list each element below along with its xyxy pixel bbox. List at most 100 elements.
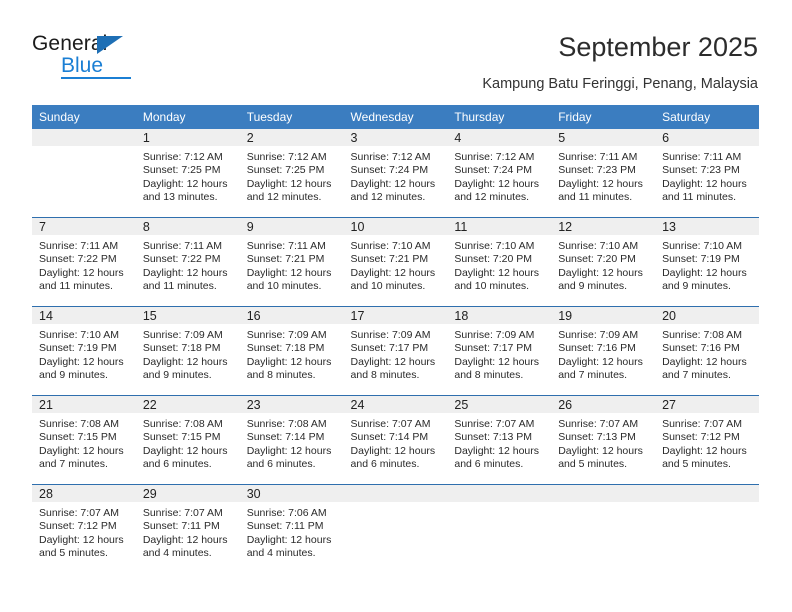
day-sun-info: Sunrise: 7:11 AM Sunset: 7:22 PM Daylight:… [32,235,136,293]
sunrise-time: Sunrise: 7:07 AM [454,418,535,430]
day-number [655,485,759,502]
day-number: 19 [551,307,656,324]
calendar-day-cell[interactable]: 7 Sunrise: 7:11 AM Sunset: 7:22 PM Daylight… [32,217,136,307]
day-cell-content: 29 Sunrise: 7:07 AM Sunset: 7:11 PM Dayligh… [135,485,240,573]
daylight-duration-line2: and 9 minutes. [662,279,731,292]
day-cell-content: 23 Sunrise: 7:08 AM Sunset: 7:14 PM Dayligh… [239,396,344,484]
day-sun-info: Sunrise: 7:09 AM Sunset: 7:17 PM Daylight:… [447,324,551,382]
sunset-time: Sunset: 7:17 PM [350,342,429,355]
calendar-day-cell[interactable]: 26 Sunrise: 7:07 AM Sunset: 7:13 PM Dayligh… [551,395,656,485]
day-cell-content: 14 Sunrise: 7:10 AM Sunset: 7:19 PM Dayligh… [32,307,136,395]
calendar-day-cell[interactable]: 22 Sunrise: 7:08 AM Sunset: 7:15 PM Dayligh… [135,395,240,485]
calendar-day-cell[interactable]: 11 Sunrise: 7:10 AM Sunset: 7:20 PM Dayligh… [447,217,552,307]
calendar-day-cell[interactable]: 4 Sunrise: 7:12 AM Sunset: 7:24 PM Daylight… [447,129,552,218]
daylight-duration-line1: Daylight: 12 hours [246,533,332,546]
daylight-duration-line1: Daylight: 12 hours [142,444,228,457]
sunrise-time: Sunrise: 7:10 AM [350,240,431,252]
daylight-duration-line1: Daylight: 12 hours [558,444,643,457]
calendar-day-cell[interactable]: 2 Sunrise: 7:12 AM Sunset: 7:25 PM Daylight… [239,129,344,218]
day-sun-info: Sunrise: 7:07 AM Sunset: 7:13 PM Daylight:… [551,413,655,471]
calendar-day-cell[interactable]: 16 Sunrise: 7:09 AM Sunset: 7:18 PM Dayligh… [239,306,344,396]
calendar-day-cell[interactable]: 23 Sunrise: 7:08 AM Sunset: 7:14 PM Dayligh… [239,395,344,485]
daylight-duration-line2: and 4 minutes. [142,546,212,559]
day-cell-content: 26 Sunrise: 7:07 AM Sunset: 7:13 PM Dayligh… [551,396,656,484]
calendar-day-cell[interactable]: 6 Sunrise: 7:11 AM Sunset: 7:23 PM Daylight… [655,129,759,218]
day-cell-content: 12 Sunrise: 7:10 AM Sunset: 7:20 PM Dayligh… [551,218,656,306]
daylight-duration-line1: Daylight: 12 hours [350,444,436,457]
sunset-time: Sunset: 7:11 PM [142,520,220,533]
calendar-week-row: 1 Sunrise: 7:12 AM Sunset: 7:25 PM Daylight… [32,129,759,218]
day-sun-info: Sunrise: 7:10 AM Sunset: 7:20 PM Daylight:… [551,235,655,293]
sunrise-time: Sunrise: 7:09 AM [454,329,535,341]
day-cell-content [655,485,759,573]
day-sun-info: Sunrise: 7:09 AM Sunset: 7:16 PM Daylight:… [551,324,655,382]
day-number: 26 [551,396,656,413]
day-sun-info: Sunrise: 7:11 AM Sunset: 7:22 PM Daylight:… [136,235,240,293]
calendar-day-cell[interactable]: 19 Sunrise: 7:09 AM Sunset: 7:16 PM Dayligh… [551,306,656,396]
calendar-day-cell[interactable]: 29 Sunrise: 7:07 AM Sunset: 7:11 PM Dayligh… [135,484,240,573]
calendar-day-cell[interactable]: 3 Sunrise: 7:12 AM Sunset: 7:24 PM Daylight… [343,129,448,218]
calendar-day-cell[interactable]: 15 Sunrise: 7:09 AM Sunset: 7:18 PM Dayligh… [135,306,240,396]
calendar-day-cell[interactable]: 5 Sunrise: 7:11 AM Sunset: 7:23 PM Daylight… [551,129,656,218]
weekday-header-thursday: Thursday [447,105,552,129]
day-cell-content: 20 Sunrise: 7:08 AM Sunset: 7:16 PM Dayligh… [655,307,759,395]
sunset-time: Sunset: 7:23 PM [662,164,740,177]
sunset-time: Sunset: 7:16 PM [662,342,740,355]
calendar-day-cell[interactable] [343,484,448,573]
day-sun-info: Sunrise: 7:08 AM Sunset: 7:16 PM Daylight:… [655,324,759,382]
day-cell-content [551,485,656,573]
calendar-day-cell[interactable]: 25 Sunrise: 7:07 AM Sunset: 7:13 PM Dayligh… [447,395,552,485]
day-number: 22 [135,396,240,413]
daylight-duration-line2: and 7 minutes. [558,368,628,381]
calendar-day-cell[interactable]: 10 Sunrise: 7:10 AM Sunset: 7:21 PM Dayligh… [343,217,448,307]
calendar-day-cell[interactable]: 13 Sunrise: 7:10 AM Sunset: 7:19 PM Dayligh… [655,217,759,307]
sunset-time: Sunset: 7:12 PM [39,520,117,533]
day-cell-content [447,485,552,573]
daylight-duration-line2: and 12 minutes. [454,190,530,203]
daylight-duration-line1: Daylight: 12 hours [39,444,124,457]
calendar-day-cell[interactable]: 17 Sunrise: 7:09 AM Sunset: 7:17 PM Dayligh… [343,306,448,396]
calendar-week-row: 28 Sunrise: 7:07 AM Sunset: 7:12 PM Dayligh… [32,484,759,573]
calendar-day-cell[interactable] [447,484,552,573]
day-cell-content: 18 Sunrise: 7:09 AM Sunset: 7:17 PM Dayligh… [447,307,552,395]
calendar-day-cell[interactable] [551,484,656,573]
calendar-day-cell[interactable]: 21 Sunrise: 7:08 AM Sunset: 7:15 PM Dayligh… [32,395,136,485]
logo-underline [61,77,131,79]
calendar-day-cell[interactable]: 30 Sunrise: 7:06 AM Sunset: 7:11 PM Dayligh… [239,484,344,573]
day-cell-content: 28 Sunrise: 7:07 AM Sunset: 7:12 PM Dayligh… [32,485,136,573]
calendar-day-cell[interactable]: 1 Sunrise: 7:12 AM Sunset: 7:25 PM Daylight… [135,129,240,218]
daylight-duration-line2: and 6 minutes. [142,457,212,470]
day-number: 23 [239,396,344,413]
calendar-day-cell[interactable] [655,484,759,573]
day-number: 28 [32,485,136,502]
daylight-duration-line1: Daylight: 12 hours [39,355,124,368]
calendar-day-cell[interactable]: 9 Sunrise: 7:11 AM Sunset: 7:21 PM Daylight… [239,217,344,307]
sunrise-time: Sunrise: 7:12 AM [454,151,535,163]
daylight-duration-line2: and 10 minutes. [454,279,530,292]
daylight-duration-line1: Daylight: 12 hours [246,444,332,457]
weekday-header-friday: Friday [551,105,656,129]
calendar-day-cell[interactable]: 27 Sunrise: 7:07 AM Sunset: 7:12 PM Dayligh… [655,395,759,485]
day-cell-content: 24 Sunrise: 7:07 AM Sunset: 7:14 PM Dayligh… [343,396,448,484]
day-number: 5 [551,129,656,146]
calendar-day-cell[interactable] [32,129,136,218]
day-number: 29 [135,485,240,502]
day-sun-info: Sunrise: 7:07 AM Sunset: 7:12 PM Daylight:… [655,413,759,471]
calendar-day-cell[interactable]: 12 Sunrise: 7:10 AM Sunset: 7:20 PM Dayligh… [551,217,656,307]
day-cell-content: 30 Sunrise: 7:06 AM Sunset: 7:11 PM Dayligh… [239,485,344,573]
daylight-duration-line2: and 5 minutes. [39,546,108,559]
calendar-day-cell[interactable]: 24 Sunrise: 7:07 AM Sunset: 7:14 PM Dayligh… [343,395,448,485]
calendar-day-cell[interactable]: 18 Sunrise: 7:09 AM Sunset: 7:17 PM Dayligh… [447,306,552,396]
day-sun-info: Sunrise: 7:09 AM Sunset: 7:18 PM Daylight:… [240,324,344,382]
sunrise-time: Sunrise: 7:12 AM [142,151,223,163]
sunset-time: Sunset: 7:13 PM [454,431,533,444]
calendar-day-cell[interactable]: 20 Sunrise: 7:08 AM Sunset: 7:16 PM Dayligh… [655,306,759,396]
daylight-duration-line1: Daylight: 12 hours [662,177,747,190]
calendar-day-cell[interactable]: 28 Sunrise: 7:07 AM Sunset: 7:12 PM Dayligh… [32,484,136,573]
day-sun-info: Sunrise: 7:07 AM Sunset: 7:13 PM Daylight:… [447,413,551,471]
daylight-duration-line1: Daylight: 12 hours [558,266,643,279]
calendar-day-cell[interactable]: 14 Sunrise: 7:10 AM Sunset: 7:19 PM Dayligh… [32,306,136,396]
day-number [32,129,136,146]
calendar-day-cell[interactable]: 8 Sunrise: 7:11 AM Sunset: 7:22 PM Daylight… [135,217,240,307]
day-cell-content: 9 Sunrise: 7:11 AM Sunset: 7:21 PM Daylight… [239,218,344,306]
